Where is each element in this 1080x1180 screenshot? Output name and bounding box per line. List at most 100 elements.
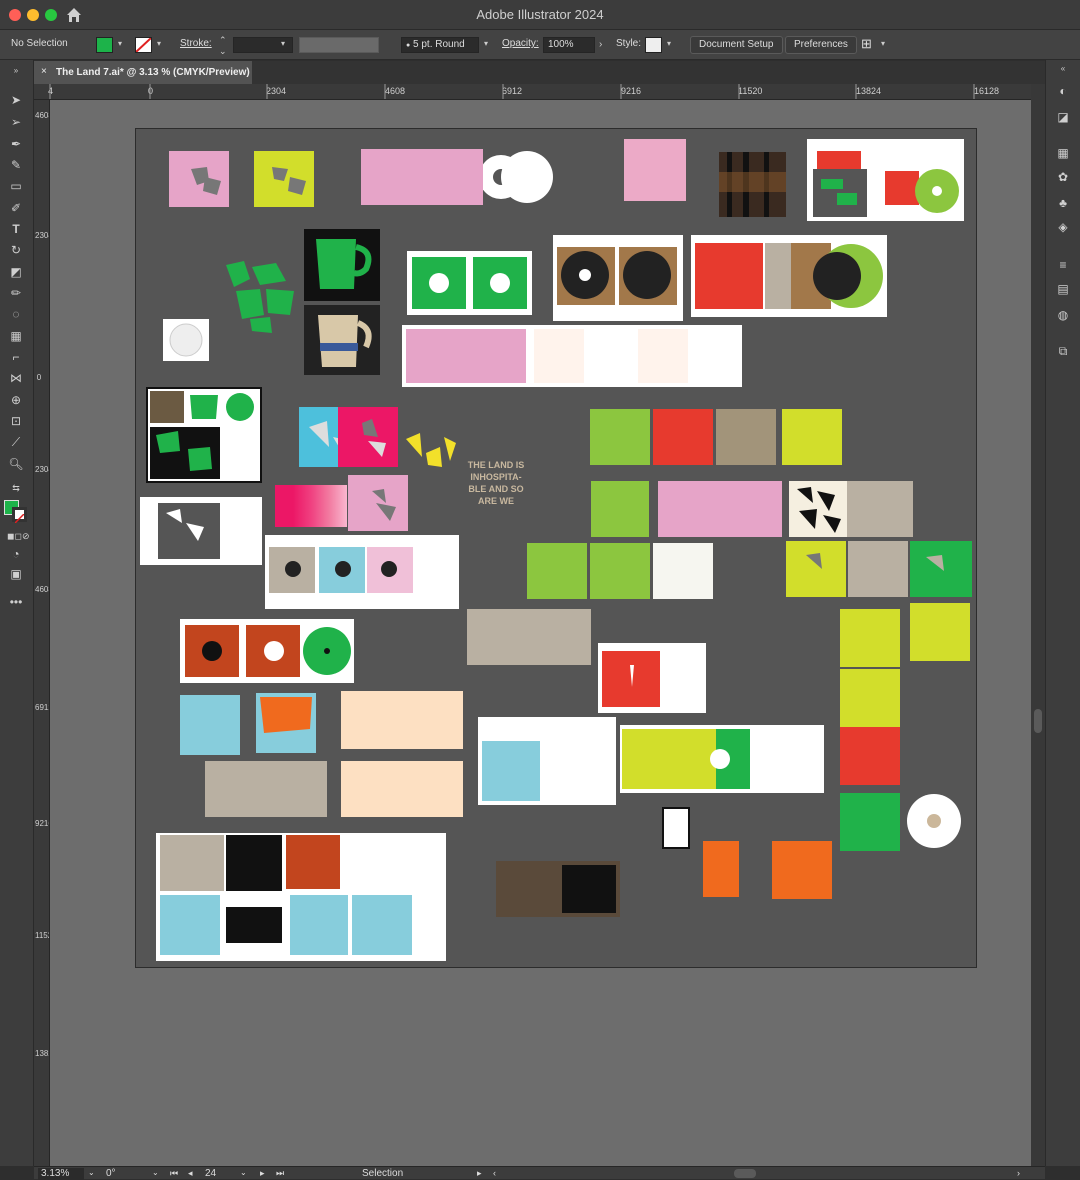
artwork-orange-records[interactable] bbox=[180, 619, 354, 683]
chevron-right-icon[interactable]: › bbox=[599, 39, 602, 50]
canvas-text-land[interactable]: THE LAND IS INHOSPITA- BLE AND SO ARE WE bbox=[467, 459, 525, 507]
artwork-pink-script[interactable] bbox=[624, 139, 686, 201]
gradient-tool-icon[interactable]: ▦ bbox=[7, 328, 25, 344]
artwork-peach-photo-spread[interactable] bbox=[341, 761, 463, 817]
paintbrush-tool-icon[interactable]: ✐ bbox=[7, 200, 25, 216]
eraser-tool-icon[interactable]: ◩ bbox=[7, 264, 25, 280]
artwork-white-plate[interactable] bbox=[163, 319, 209, 361]
close-tab-icon[interactable]: × bbox=[41, 66, 47, 77]
stroke-color-icon[interactable] bbox=[12, 507, 27, 524]
artwork-brown-vinyl[interactable] bbox=[553, 235, 683, 321]
artwork-cyan-cover[interactable] bbox=[180, 695, 240, 755]
artwork-green-bottom-cover[interactable] bbox=[840, 793, 900, 851]
artwork-pink-gradient[interactable] bbox=[275, 485, 347, 527]
stroke-panel-icon[interactable]: ≡ bbox=[1055, 258, 1071, 272]
artwork-yellow-shards[interactable] bbox=[404, 429, 458, 469]
artwork-pitcher-photo[interactable] bbox=[304, 305, 380, 375]
shape-builder-tool-icon[interactable]: ⊕ bbox=[7, 392, 25, 408]
zoom-tool-icon[interactable]: 🔍︎ bbox=[7, 456, 25, 472]
artwork-green-cover-3[interactable] bbox=[590, 543, 650, 599]
artwork-forest-photo[interactable] bbox=[719, 152, 786, 217]
libraries-icon[interactable]: ◪ bbox=[1055, 110, 1071, 124]
opacity-label[interactable]: Opacity: bbox=[502, 38, 539, 49]
document-tab[interactable]: × The Land 7.ai* @ 3.13 % (CMYK/Preview) bbox=[34, 61, 252, 84]
pencil-tool-icon[interactable]: ✏ bbox=[7, 285, 25, 301]
artwork-white-cyan-page[interactable] bbox=[478, 717, 616, 805]
artwork-green-squares[interactable] bbox=[407, 251, 532, 315]
artwork-orange-text-sheet[interactable] bbox=[703, 841, 739, 897]
brush-definition-field[interactable]: ● 5 pt. Round bbox=[401, 37, 479, 53]
artwork-pink-gatefold[interactable] bbox=[658, 481, 782, 537]
last-artboard-icon[interactable]: ⏭ bbox=[276, 1168, 284, 1179]
type-tool-icon[interactable]: T bbox=[7, 221, 25, 237]
screen-mode-icon[interactable]: ▣ bbox=[7, 566, 25, 582]
eyedropper-tool-icon[interactable]: ⌐ bbox=[7, 349, 25, 365]
artwork-white-page[interactable] bbox=[140, 497, 262, 565]
drawing-mode-icon[interactable]: ◔ bbox=[7, 546, 25, 562]
scroll-right-icon[interactable]: › bbox=[1017, 1168, 1020, 1178]
artwork-magenta-square[interactable] bbox=[338, 407, 398, 467]
collapse-panel-icon[interactable]: » bbox=[7, 63, 25, 79]
gradient-panel-icon[interactable]: ▤ bbox=[1055, 282, 1071, 296]
vertical-scrollbar[interactable] bbox=[1031, 84, 1045, 1166]
next-artboard-icon[interactable]: ▸ bbox=[260, 1168, 265, 1179]
pen-tool-icon[interactable]: ✒ bbox=[7, 136, 25, 152]
artwork-tan-gatefold[interactable] bbox=[467, 609, 591, 665]
artwork-poster-white[interactable] bbox=[807, 139, 964, 221]
artwork-green-pitcher[interactable] bbox=[304, 229, 380, 301]
artwork-lime-cover-right[interactable] bbox=[840, 609, 900, 667]
artwork-gatefold-pink[interactable] bbox=[361, 149, 483, 205]
artwork-green-text-cover[interactable] bbox=[591, 481, 649, 537]
rotate-tool-icon[interactable]: ↻ bbox=[7, 242, 25, 258]
color-mode-icons[interactable]: ◼◻⊘ bbox=[7, 528, 29, 544]
chevron-down-icon[interactable]: ▾ bbox=[281, 39, 285, 48]
artwork-white-vinyl[interactable] bbox=[906, 793, 962, 849]
properties-icon[interactable]: ◐ bbox=[1055, 84, 1071, 98]
stroke-label[interactable]: Stroke: bbox=[180, 38, 212, 49]
opacity-field[interactable]: 100% bbox=[543, 37, 595, 53]
artwork-lime-cover-right-2[interactable] bbox=[910, 603, 970, 661]
artwork-red-page[interactable] bbox=[598, 643, 706, 713]
first-artboard-icon[interactable]: ⏮ bbox=[170, 1168, 178, 1179]
stroke-swatch[interactable] bbox=[135, 37, 152, 53]
chevron-down-icon[interactable]: ▾ bbox=[118, 39, 122, 48]
artwork-peach-gatefold[interactable] bbox=[341, 691, 463, 749]
artwork-black-shards[interactable] bbox=[789, 481, 913, 537]
collapse-panel-icon[interactable]: « bbox=[1055, 64, 1071, 78]
artboard-tool-icon[interactable]: ⊡ bbox=[7, 413, 25, 429]
artwork-collage-spread[interactable] bbox=[156, 833, 446, 961]
artwork-lime-green-spread[interactable] bbox=[620, 725, 824, 793]
width-tool-icon[interactable]: ⋈ bbox=[7, 370, 25, 386]
fill-swatch[interactable] bbox=[96, 37, 113, 53]
scroll-left-icon[interactable]: ‹ bbox=[493, 1168, 496, 1178]
selection-tool-icon[interactable]: ➤ bbox=[7, 92, 25, 108]
status-menu-icon[interactable]: ▸ bbox=[477, 1168, 482, 1179]
layers-icon[interactable]: ◈ bbox=[1055, 220, 1071, 234]
chevron-down-icon[interactable]: ▾ bbox=[667, 39, 671, 48]
swatches-icon[interactable]: ▦ bbox=[1055, 146, 1071, 160]
brushes-icon[interactable]: ✿ bbox=[1055, 170, 1071, 184]
variable-width-profile[interactable] bbox=[299, 37, 379, 53]
curvature-tool-icon[interactable]: ✎ bbox=[7, 157, 25, 173]
scrollbar-thumb[interactable] bbox=[1034, 709, 1042, 733]
symbols-icon[interactable]: ♣ bbox=[1055, 196, 1071, 210]
chevron-down-icon[interactable]: ▾ bbox=[484, 39, 488, 48]
artboards-panel-icon[interactable]: ⧉ bbox=[1055, 344, 1071, 358]
artwork-green-shards[interactable] bbox=[220, 257, 300, 337]
rotation-value[interactable]: 0° bbox=[106, 1168, 116, 1179]
lasso-tool-icon[interactable]: ◌ bbox=[7, 306, 25, 322]
artwork-lime-green-pair[interactable] bbox=[786, 541, 972, 597]
chevron-down-icon[interactable]: ⌄ bbox=[240, 1168, 247, 1177]
artwork-small-card[interactable] bbox=[662, 807, 690, 849]
artwork-orange-text-cover[interactable] bbox=[772, 841, 832, 899]
measure-tool-icon[interactable]: ⟋ bbox=[7, 434, 25, 450]
artwork-green-land-cover[interactable] bbox=[590, 409, 650, 465]
zoom-field[interactable]: 3.13% bbox=[38, 1168, 84, 1180]
chevron-down-icon[interactable]: ▾ bbox=[881, 39, 885, 48]
artwork-red-vinyl[interactable] bbox=[691, 235, 887, 317]
direct-selection-tool-icon[interactable]: ➢ bbox=[7, 114, 25, 130]
rectangle-tool-icon[interactable]: ▭ bbox=[7, 178, 25, 194]
artwork-green-cover-2[interactable] bbox=[527, 543, 587, 599]
artwork-dark-photo-spread[interactable] bbox=[496, 861, 620, 917]
arrange-documents-icon[interactable]: ⊞ bbox=[861, 36, 872, 52]
